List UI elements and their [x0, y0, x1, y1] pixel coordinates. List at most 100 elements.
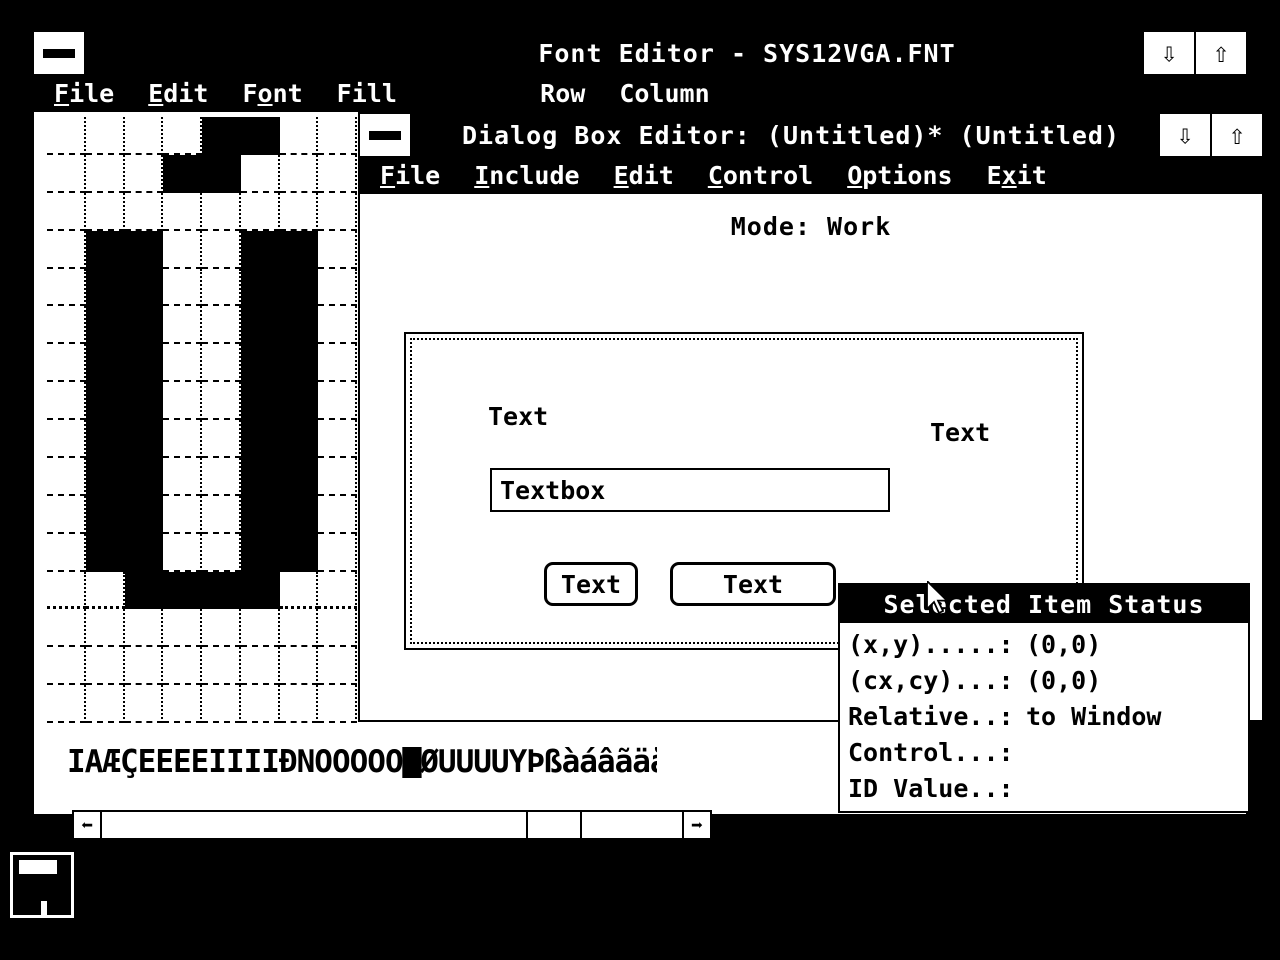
glyph-cell[interactable]: [202, 268, 241, 307]
glyph-cell[interactable]: [47, 457, 86, 496]
glyph-cell[interactable]: [240, 382, 280, 420]
glyph-cell[interactable]: [85, 344, 125, 383]
dialog-control-edit-2[interactable]: Textbox: [490, 468, 890, 512]
glyph-cell[interactable]: [279, 457, 319, 496]
dialog-editor-maximize-button[interactable]: ⇧: [1210, 114, 1262, 156]
glyph-cell[interactable]: [279, 230, 319, 269]
glyph-cell[interactable]: [202, 344, 241, 383]
glyph-cell[interactable]: [318, 457, 357, 496]
glyph-cell[interactable]: [202, 306, 241, 345]
glyph-cell[interactable]: [124, 647, 164, 686]
font-editor-minimize-button[interactable]: ⇩: [1142, 32, 1194, 74]
glyph-cell[interactable]: [163, 192, 202, 231]
font-editor-menubar[interactable]: File Edit Font Fill Width Row Column: [34, 74, 1246, 112]
glyph-cell[interactable]: [47, 306, 86, 345]
glyph-cell[interactable]: [124, 685, 164, 723]
glyph-cell[interactable]: [47, 647, 86, 686]
dialog-editor-system-menu-button[interactable]: [360, 114, 412, 156]
glyph-cell[interactable]: [47, 230, 86, 269]
glyph-cell[interactable]: [240, 647, 280, 686]
glyph-cell[interactable]: [85, 533, 125, 572]
glyph-cell[interactable]: [202, 609, 241, 648]
glyph-cell[interactable]: [163, 457, 202, 496]
glyph-cell[interactable]: [279, 344, 319, 383]
glyph-cell[interactable]: [47, 192, 86, 231]
character-strip-hscrollbar[interactable]: ⬅ ➡: [72, 810, 712, 840]
glyph-cell[interactable]: [240, 344, 280, 383]
glyph-cell[interactable]: [318, 117, 357, 155]
glyph-cell[interactable]: [240, 420, 280, 458]
glyph-cell[interactable]: [124, 344, 164, 383]
glyph-cell[interactable]: [202, 533, 241, 572]
glyph-cell[interactable]: [318, 685, 357, 723]
dialog-editor-minimize-button[interactable]: ⇩: [1158, 114, 1210, 156]
glyph-cell[interactable]: [279, 420, 319, 458]
glyph-cell[interactable]: [202, 154, 241, 193]
glyph-cell[interactable]: [318, 306, 357, 345]
glyph-cell[interactable]: [124, 117, 164, 155]
selected-item-status-pane[interactable]: Selected Item Status (x,y).....: (0,0) (cx…: [838, 583, 1250, 813]
glyph-cell[interactable]: [85, 457, 125, 496]
glyph-cell[interactable]: [202, 230, 241, 269]
glyph-cell[interactable]: [318, 154, 357, 193]
glyph-cell[interactable]: [85, 495, 125, 534]
font-editor-menu-row[interactable]: Row: [540, 79, 585, 108]
glyph-cell[interactable]: [124, 609, 164, 648]
glyph-cell[interactable]: [240, 609, 280, 648]
font-editor-menu-fill[interactable]: Fill: [337, 79, 397, 108]
glyph-cell[interactable]: [202, 571, 241, 610]
font-editor-menu-file[interactable]: File: [54, 79, 114, 108]
glyph-cell[interactable]: [279, 495, 319, 534]
glyph-cell[interactable]: [318, 533, 357, 572]
glyph-cell[interactable]: [318, 230, 357, 269]
dialog-editor-menu-options[interactable]: Options: [847, 161, 952, 190]
glyph-cell[interactable]: [124, 571, 164, 610]
glyph-cell[interactable]: [279, 268, 319, 307]
glyph-cell[interactable]: [279, 609, 319, 648]
glyph-cell[interactable]: [47, 382, 86, 420]
glyph-cell[interactable]: [163, 647, 202, 686]
glyph-cell[interactable]: [279, 306, 319, 345]
glyph-cell[interactable]: [240, 230, 280, 269]
glyph-cell[interactable]: [124, 420, 164, 458]
glyph-cell[interactable]: [124, 457, 164, 496]
glyph-cell[interactable]: [163, 344, 202, 383]
glyph-cell[interactable]: [279, 533, 319, 572]
glyph-cell[interactable]: [124, 192, 164, 231]
scroll-right-arrow-icon[interactable]: ➡: [684, 812, 710, 838]
glyph-cell[interactable]: [279, 192, 319, 231]
font-editor-menu-column[interactable]: Column: [619, 79, 709, 108]
glyph-cell[interactable]: [47, 344, 86, 383]
dialog-control-static-1[interactable]: Text: [930, 418, 990, 447]
hscrollbar-track-left[interactable]: [102, 812, 526, 838]
font-editor-titlebar[interactable]: Font Editor - SYS12VGA.FNT ⇩ ⇧: [34, 32, 1246, 74]
glyph-cell[interactable]: [85, 382, 125, 420]
glyph-cell[interactable]: [163, 685, 202, 723]
glyph-cell[interactable]: [47, 154, 86, 193]
glyph-cell[interactable]: [163, 154, 202, 193]
glyph-cell[interactable]: [240, 457, 280, 496]
dialog-control-button-4[interactable]: Text: [670, 562, 836, 606]
hscrollbar-thumb[interactable]: [526, 812, 582, 838]
glyph-cell[interactable]: [279, 117, 319, 155]
glyph-cell[interactable]: [124, 230, 164, 269]
dialog-editor-menu-edit[interactable]: Edit: [614, 161, 674, 190]
glyph-cell[interactable]: [163, 571, 202, 610]
character-strip-text[interactable]: ÌAÆÇÈÉÊËÌÍÎÏÐÑÒÓÔÕÖ█ØÙÚÛÜÝÞßàáâãäåæçè: [67, 747, 657, 778]
glyph-cell[interactable]: [163, 306, 202, 345]
glyph-cell[interactable]: [202, 382, 241, 420]
font-editor-maximize-button[interactable]: ⇧: [1194, 32, 1246, 74]
scroll-left-arrow-icon[interactable]: ⬅: [74, 812, 100, 838]
glyph-cell[interactable]: [318, 609, 357, 648]
glyph-cell[interactable]: [163, 230, 202, 269]
dialog-control-static-0[interactable]: Text: [488, 402, 548, 431]
glyph-cell[interactable]: [202, 420, 241, 458]
glyph-cell[interactable]: [124, 154, 164, 193]
glyph-pixel-grid[interactable]: [47, 117, 357, 723]
glyph-cell[interactable]: [240, 117, 280, 155]
glyph-cell[interactable]: [240, 533, 280, 572]
glyph-cell[interactable]: [163, 382, 202, 420]
glyph-cell[interactable]: [85, 268, 125, 307]
glyph-cell[interactable]: [47, 420, 86, 458]
glyph-cell[interactable]: [47, 268, 86, 307]
